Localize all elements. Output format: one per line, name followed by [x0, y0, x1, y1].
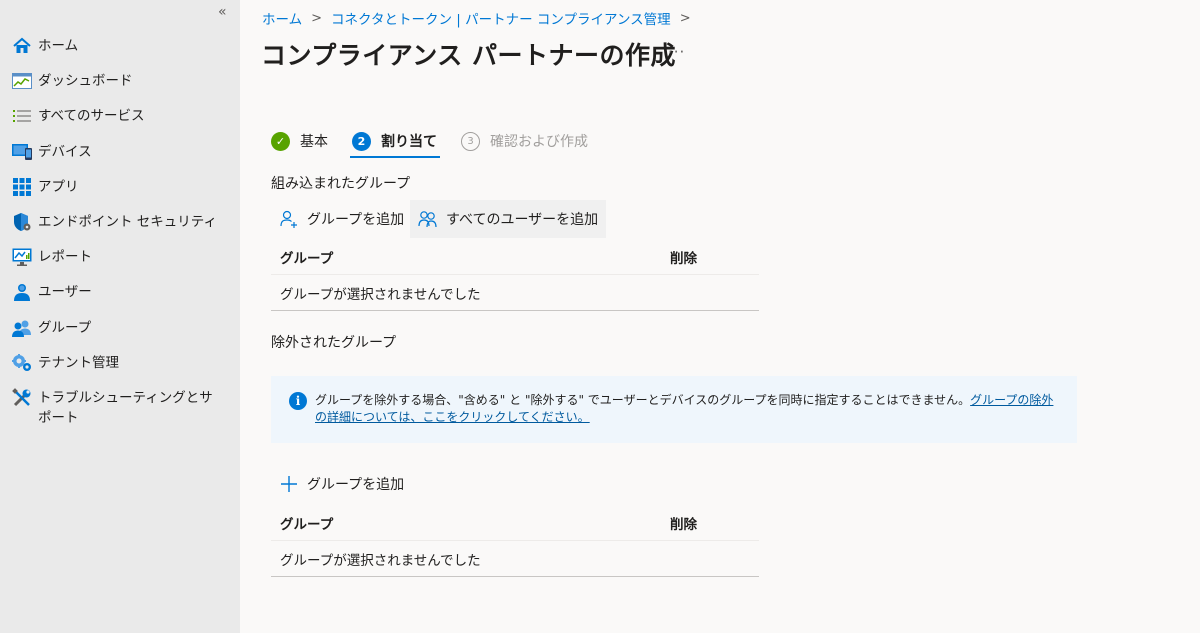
add-all-users-button[interactable]: すべてのユーザーを追加: [410, 200, 607, 238]
apps-grid-icon: [12, 177, 32, 197]
sidebar-item-label: エンドポイント セキュリティ: [38, 213, 217, 230]
tenant-admin-icon: [12, 353, 32, 373]
sidebar-item-dashboard[interactable]: ダッシュボード: [0, 63, 240, 98]
groups-icon: [12, 318, 32, 338]
wizard-steps: ✓ 基本 2 割り当て 3 確認および作成: [271, 128, 612, 158]
sidebar-item-devices[interactable]: デバイス: [0, 134, 240, 169]
excluded-groups-table: グループ 削除 グループが選択されませんでした: [271, 505, 759, 577]
user-icon: [12, 282, 32, 302]
breadcrumb-link-home[interactable]: ホーム: [262, 8, 302, 28]
sidebar-item-users[interactable]: ユーザー: [0, 274, 240, 309]
sidebar-item-label: ダッシュボード: [38, 73, 133, 90]
main-content: ホーム > コネクタとトークン | パートナー コンプライアンス管理 > コンプ…: [240, 0, 1200, 633]
sidebar-item-groups[interactable]: グループ: [0, 310, 240, 345]
info-icon: i: [289, 392, 307, 410]
sidebar-item-label: グループ: [38, 319, 92, 336]
wrench-icon: [12, 388, 32, 408]
step-number: 3: [461, 131, 480, 151]
step-number: 2: [352, 131, 371, 151]
sidebar-item-tenant-admin[interactable]: テナント管理: [0, 345, 240, 380]
sidebar-item-endpoint-security[interactable]: エンドポイント セキュリティ: [0, 204, 240, 239]
step-label: 確認および作成: [490, 134, 588, 150]
list-icon: [12, 106, 32, 126]
more-options-button[interactable]: ···: [668, 43, 685, 61]
sidebar-item-label: ホーム: [38, 38, 79, 54]
sidebar-item-troubleshooting[interactable]: トラブルシューティングとサポート: [0, 380, 240, 436]
dashboard-icon: [12, 71, 32, 91]
sidebar-item-apps[interactable]: アプリ: [0, 169, 240, 204]
sidebar-item-home[interactable]: ホーム: [0, 28, 240, 63]
users-icon: [418, 209, 438, 229]
chevron-right-icon: >: [311, 10, 323, 26]
checkmark-icon: ✓: [271, 131, 290, 151]
breadcrumb: ホーム > コネクタとトークン | パートナー コンプライアンス管理 >: [262, 8, 700, 29]
chevron-right-icon: >: [679, 10, 691, 26]
column-header-delete: 削除: [670, 250, 697, 267]
sidebar-item-label: ユーザー: [38, 284, 92, 301]
devices-icon: [12, 142, 32, 162]
included-groups-table: グループ 削除 グループが選択されませんでした: [271, 239, 759, 311]
sidebar-item-all-services[interactable]: すべてのサービス: [0, 98, 240, 133]
collapse-sidebar-button[interactable]: «: [218, 4, 227, 20]
table-empty-row: グループが選択されませんでした: [271, 541, 759, 577]
info-banner: i グループを除外する場合、"含める" と "除外する" でユーザーとデバイスの…: [271, 376, 1077, 443]
included-groups-title: 組み込まれたグループ: [271, 176, 411, 192]
step-label: 割り当て: [381, 134, 437, 150]
column-header-delete: 削除: [670, 516, 697, 533]
plus-icon: [279, 474, 299, 494]
info-message: グループを除外する場合、"含める" と "除外する" でユーザーとデバイスのグル…: [315, 393, 971, 407]
sidebar-item-label: レポート: [38, 249, 92, 266]
add-group-button[interactable]: グループを追加: [271, 200, 412, 238]
add-group-label: グループを追加: [307, 212, 405, 228]
add-user-icon: [279, 209, 299, 229]
sidebar-item-reports[interactable]: レポート: [0, 239, 240, 274]
sidebar-item-label: テナント管理: [38, 354, 119, 371]
shield-icon: [12, 212, 32, 232]
step-label: 基本: [300, 134, 328, 150]
excluded-groups-title: 除外されたグループ: [271, 335, 397, 351]
table-header: グループ 削除: [271, 505, 759, 541]
column-header-group: グループ: [280, 516, 334, 533]
info-text: グループを除外する場合、"含める" と "除外する" でユーザーとデバイスのグル…: [315, 392, 1057, 443]
breadcrumb-link-connectors[interactable]: コネクタとトークン | パートナー コンプライアンス管理: [331, 8, 671, 28]
step-review-create[interactable]: 3 確認および作成: [461, 128, 588, 154]
add-group-label: グループを追加: [307, 477, 405, 493]
sidebar-item-label: すべてのサービス: [38, 108, 145, 125]
step-assignments[interactable]: 2 割り当て: [350, 128, 440, 158]
reports-icon: [12, 247, 32, 267]
sidebar-item-label: トラブルシューティングとサポート: [38, 389, 213, 426]
table-header: グループ 削除: [271, 239, 759, 275]
home-icon: [12, 36, 32, 56]
page-title: コンプライアンス パートナーの作成: [261, 41, 676, 70]
add-all-users-label: すべてのユーザーを追加: [446, 212, 599, 228]
sidebar: « ホーム ダッシュボード すべてのサービス デバイス アプリ エンドポイント …: [0, 0, 240, 633]
add-excluded-group-button[interactable]: グループを追加: [271, 465, 412, 503]
sidebar-nav: ホーム ダッシュボード すべてのサービス デバイス アプリ エンドポイント セキ…: [0, 28, 240, 436]
sidebar-item-label: アプリ: [38, 178, 79, 195]
step-basics[interactable]: ✓ 基本: [271, 128, 328, 154]
sidebar-item-label: デバイス: [38, 143, 92, 160]
table-empty-row: グループが選択されませんでした: [271, 275, 759, 311]
column-header-group: グループ: [280, 250, 334, 267]
